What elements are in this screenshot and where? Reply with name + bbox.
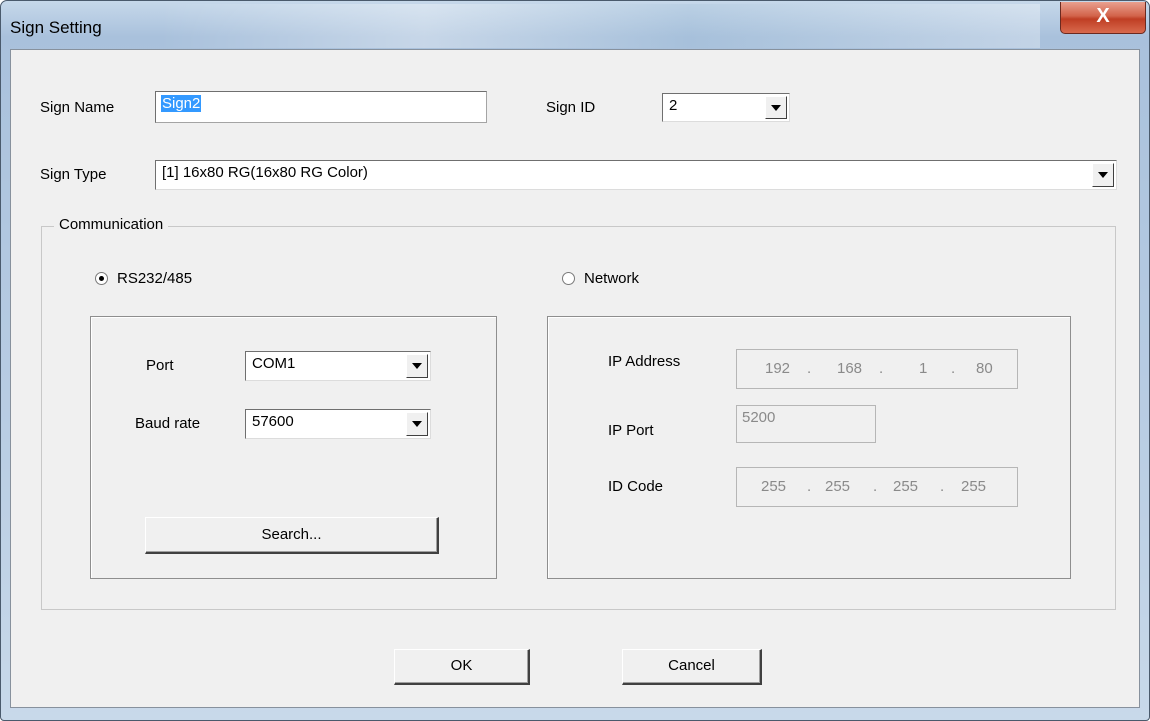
radio-selected-dot [99, 276, 104, 281]
ip-port-field[interactable]: 5200 [736, 405, 876, 443]
sign-type-label: Sign Type [40, 166, 107, 183]
chevron-down-icon[interactable] [1092, 163, 1114, 187]
ip-octet-4: 80 [976, 360, 993, 377]
window-title: Sign Setting [10, 18, 102, 37]
port-value: COM1 [252, 355, 296, 372]
ip-dot: . [873, 478, 878, 495]
baud-rate-value: 57600 [252, 413, 294, 430]
rs232-label: RS232/485 [117, 270, 193, 287]
close-icon: X [1096, 5, 1110, 27]
id-code-octet-4: 255 [961, 478, 987, 495]
chevron-down-icon[interactable] [765, 96, 787, 119]
ip-address-label: IP Address [608, 353, 681, 370]
sign-id-value: 2 [669, 97, 678, 114]
communication-group-label: Communication [54, 216, 169, 233]
chevron-down-icon[interactable] [406, 354, 428, 378]
ip-dot: . [951, 360, 956, 377]
sign-type-value: [1] 16x80 RG(16x80 RG Color) [162, 164, 368, 181]
close-button[interactable]: X [1060, 2, 1146, 34]
id-code-label: ID Code [608, 478, 664, 495]
port-select[interactable]: COM1 [245, 351, 431, 381]
sign-name-input[interactable]: Sign2 [155, 91, 487, 123]
baud-rate-select[interactable]: 57600 [245, 409, 431, 439]
port-label: Port [146, 357, 174, 374]
sign-name-value: Sign2 [161, 95, 202, 112]
network-label: Network [584, 270, 640, 287]
ip-address-field[interactable]: 192 . 168 . 1 . 80 [736, 349, 1018, 389]
id-code-field[interactable]: 255 . 255 . 255 . 255 [736, 467, 1018, 507]
sign-id-label: Sign ID [546, 99, 596, 116]
search-button[interactable]: Search... [145, 517, 439, 554]
ip-dot: . [879, 360, 884, 377]
cancel-button[interactable]: Cancel [622, 649, 762, 685]
ip-octet-2: 168 [837, 360, 863, 377]
id-code-octet-1: 255 [761, 478, 787, 495]
search-button-label: Search... [261, 526, 322, 543]
chevron-down-icon[interactable] [406, 412, 428, 436]
sign-name-label: Sign Name [40, 99, 115, 116]
id-code-octet-2: 255 [825, 478, 851, 495]
sign-id-select[interactable]: 2 [662, 93, 790, 122]
ip-dot: . [807, 360, 812, 377]
ip-octet-3: 1 [919, 360, 928, 377]
titlebar-glass [160, 4, 1040, 48]
ip-octet-1: 192 [765, 360, 791, 377]
ip-port-value: 5200 [742, 409, 776, 426]
ip-dot: . [940, 478, 945, 495]
id-code-octet-3: 255 [893, 478, 919, 495]
ip-dot: . [807, 478, 812, 495]
ok-button[interactable]: OK [394, 649, 530, 685]
sign-type-select[interactable]: [1] 16x80 RG(16x80 RG Color) [155, 160, 1117, 190]
baud-rate-label: Baud rate [135, 415, 201, 432]
ip-port-label: IP Port [608, 422, 654, 439]
ok-button-label: OK [450, 657, 473, 674]
cancel-button-label: Cancel [668, 657, 715, 674]
rs232-radio[interactable] [95, 272, 108, 285]
network-radio[interactable] [562, 272, 575, 285]
